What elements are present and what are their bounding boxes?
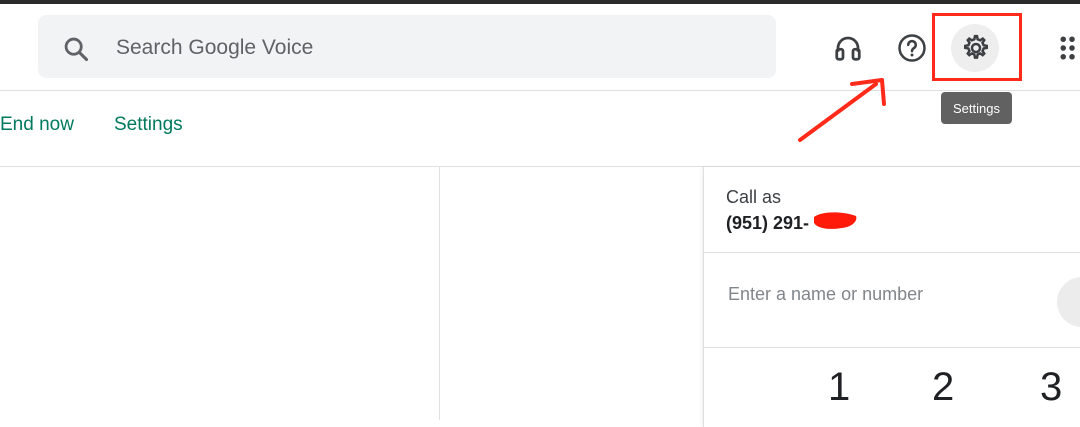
support-button[interactable] bbox=[824, 24, 872, 72]
redaction-mark bbox=[814, 212, 857, 229]
annotation-arrow bbox=[798, 78, 886, 142]
end-now-button[interactable]: End now bbox=[0, 114, 74, 136]
watermark-logo bbox=[11, 388, 142, 414]
dialer-panel: Call as (951) 291- 1 2 3 bbox=[703, 167, 1080, 427]
help-button[interactable] bbox=[888, 24, 936, 72]
apps-icon bbox=[1060, 36, 1075, 60]
dialer-divider bbox=[704, 252, 1080, 253]
dialer-divider bbox=[704, 347, 1080, 348]
dialpad-key-3[interactable]: 3 bbox=[1040, 365, 1062, 410]
search-icon bbox=[64, 37, 89, 62]
help-icon bbox=[898, 34, 926, 62]
call-button[interactable] bbox=[1057, 277, 1080, 327]
settings-link[interactable]: Settings bbox=[114, 114, 183, 136]
settings-tooltip: Settings bbox=[941, 92, 1012, 124]
window-top-border bbox=[0, 0, 1080, 4]
call-as-number[interactable]: (951) 291- bbox=[726, 213, 809, 234]
pane-divider bbox=[439, 167, 440, 420]
search-input[interactable] bbox=[114, 15, 758, 80]
header-divider bbox=[0, 90, 1080, 91]
annotation-highlight-box bbox=[932, 13, 1022, 81]
dialpad-key-2[interactable]: 2 bbox=[932, 365, 954, 410]
headset-icon bbox=[835, 36, 861, 61]
call-as-label: Call as bbox=[726, 187, 782, 207]
dialpad-key-1[interactable]: 1 bbox=[828, 365, 850, 410]
search-bar[interactable] bbox=[38, 15, 776, 80]
apps-button[interactable] bbox=[1048, 24, 1080, 72]
number-input[interactable] bbox=[726, 277, 1030, 311]
